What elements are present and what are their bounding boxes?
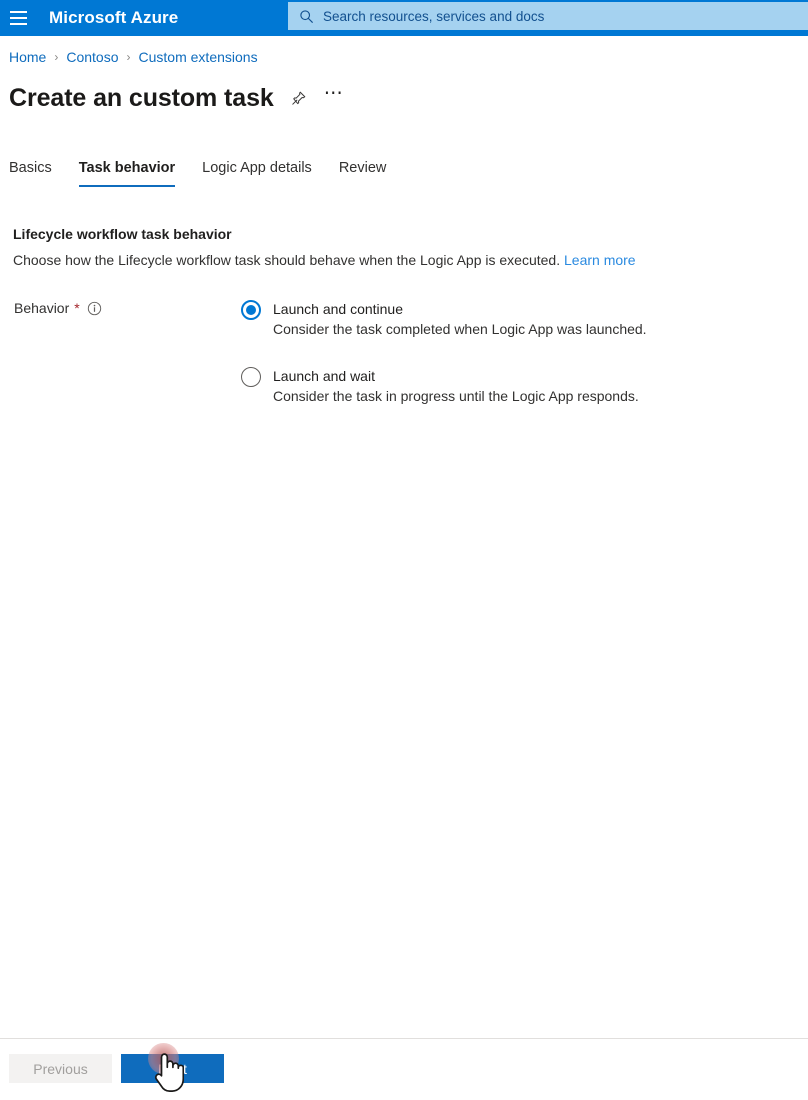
- section-description-text: Choose how the Lifecycle workflow task s…: [13, 252, 561, 268]
- radio-option-description: Consider the task in progress until the …: [273, 388, 639, 404]
- behavior-radio-group: Launch and continue Consider the task co…: [241, 299, 711, 433]
- radio-option-title: Launch and wait: [273, 368, 375, 384]
- learn-more-link[interactable]: Learn more: [564, 252, 636, 268]
- radio-mark-selected-icon[interactable]: [241, 300, 261, 320]
- azure-brand-label[interactable]: Microsoft Azure: [49, 8, 178, 28]
- previous-button[interactable]: Previous: [9, 1054, 112, 1083]
- radio-option-launch-and-wait[interactable]: Launch and wait Consider the task in pro…: [241, 366, 711, 406]
- hamburger-icon[interactable]: [0, 0, 36, 36]
- breadcrumb-item-custom-extensions[interactable]: Custom extensions: [139, 49, 258, 65]
- breadcrumb-item-contoso[interactable]: Contoso: [66, 49, 118, 65]
- tab-task-behavior[interactable]: Task behavior: [78, 160, 176, 187]
- tab-logic-app-details[interactable]: Logic App details: [202, 160, 312, 187]
- next-button[interactable]: Next: [121, 1054, 224, 1083]
- global-search-placeholder: Search resources, services and docs: [323, 8, 545, 24]
- section-description: Choose how the Lifecycle workflow task s…: [13, 252, 636, 268]
- tab-review[interactable]: Review: [339, 160, 387, 187]
- radio-mark-unselected-icon[interactable]: [241, 367, 261, 387]
- breadcrumb: Home › Contoso › Custom extensions: [9, 49, 258, 65]
- section-title: Lifecycle workflow task behavior: [13, 226, 232, 242]
- global-search-box[interactable]: Search resources, services and docs: [288, 2, 808, 30]
- pin-icon[interactable]: [286, 85, 312, 111]
- search-icon: [299, 9, 314, 24]
- hamburger-line: [9, 23, 27, 25]
- radio-option-launch-and-continue[interactable]: Launch and continue Consider the task co…: [241, 299, 711, 339]
- wizard-footer: Previous Next: [9, 1054, 224, 1083]
- behavior-field-label: Behavior *: [14, 300, 102, 316]
- required-asterisk: *: [74, 300, 80, 316]
- azure-top-bar: Microsoft Azure Search resources, servic…: [0, 0, 808, 36]
- breadcrumb-separator-icon: ›: [126, 50, 131, 64]
- breadcrumb-item-home[interactable]: Home: [9, 49, 46, 65]
- hamburger-line: [9, 17, 27, 19]
- footer-divider: [0, 1038, 808, 1039]
- radio-option-text-block: Launch and continue Consider the task co…: [273, 299, 647, 339]
- tab-basics[interactable]: Basics: [9, 160, 52, 187]
- info-icon[interactable]: [87, 301, 102, 316]
- radio-option-text-block: Launch and wait Consider the task in pro…: [273, 366, 639, 406]
- page-header: Create an custom task ⋯: [9, 82, 345, 114]
- ellipsis-icon[interactable]: ⋯: [324, 84, 345, 107]
- hamburger-line: [9, 11, 27, 13]
- page-title: Create an custom task: [9, 83, 274, 112]
- behavior-label-text: Behavior: [14, 300, 70, 316]
- radio-option-description: Consider the task completed when Logic A…: [273, 321, 647, 337]
- breadcrumb-separator-icon: ›: [54, 50, 59, 64]
- wizard-tabs: Basics Task behavior Logic App details R…: [9, 160, 413, 187]
- radio-option-title: Launch and continue: [273, 301, 403, 317]
